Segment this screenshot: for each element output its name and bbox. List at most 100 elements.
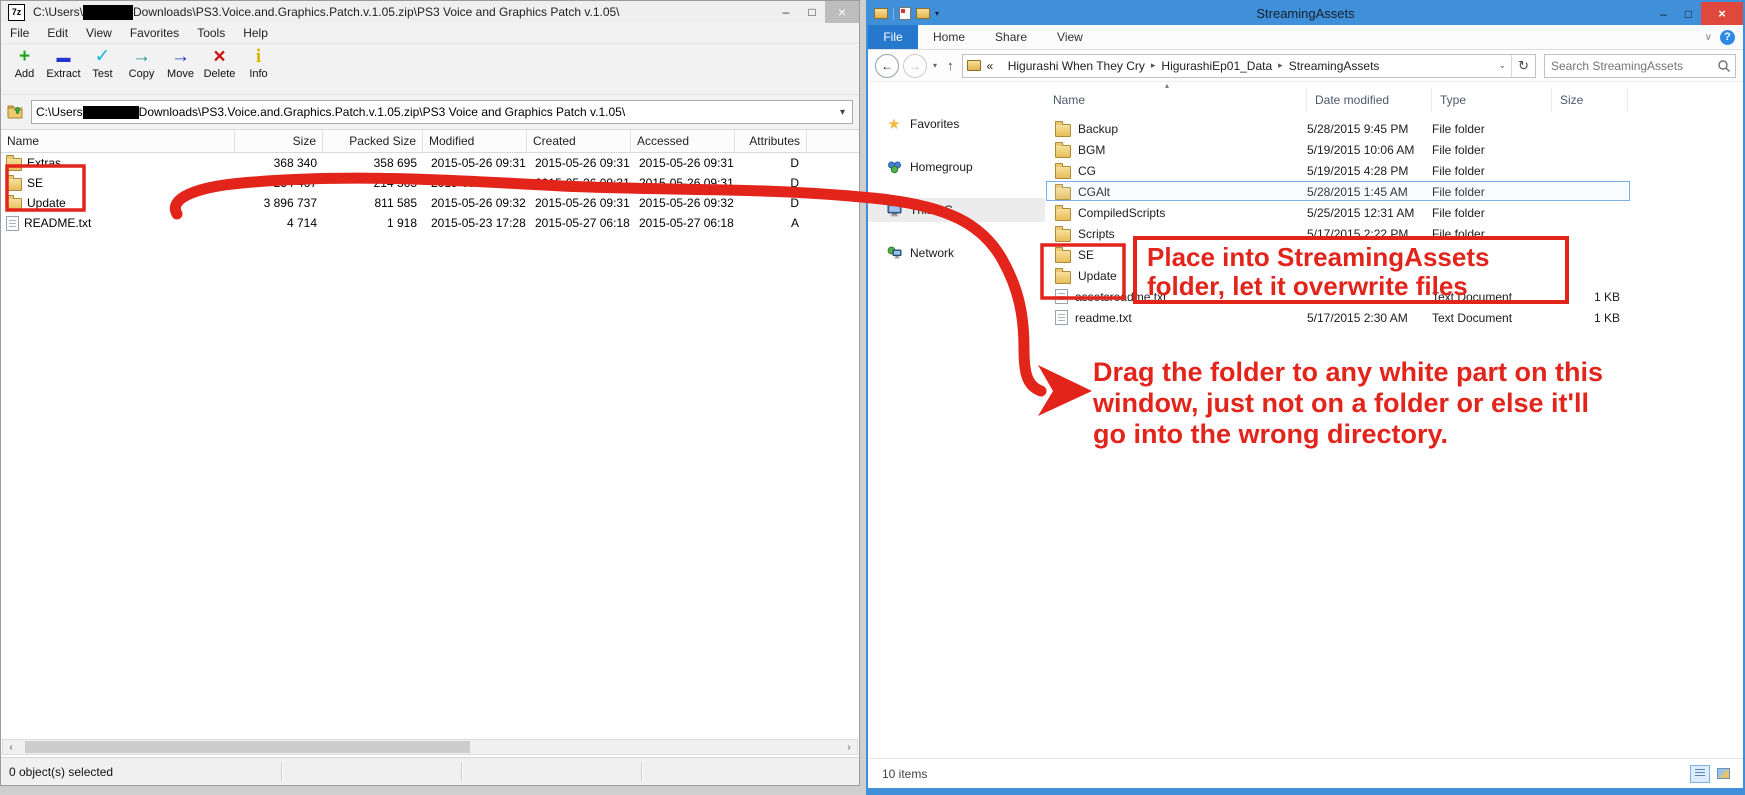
file-modified: 2015-05-23 17:28: [423, 216, 527, 230]
list-item-assetsreadme[interactable]: assetsreadme.txt Text Document 1 KB: [1045, 286, 1743, 307]
column-header-modified[interactable]: Modified: [423, 130, 527, 152]
column-header-packed-size[interactable]: Packed Size: [323, 130, 423, 152]
table-row-update[interactable]: Update 3 896 737 811 585 2015-05-26 09:3…: [1, 193, 859, 213]
breadcrumb-item[interactable]: StreamingAssets: [1289, 59, 1380, 73]
file-name: SE: [27, 176, 43, 190]
collapse-ribbon-icon[interactable]: ∨: [1705, 32, 1712, 43]
delete-button[interactable]: ×Delete: [200, 46, 239, 80]
new-folder-icon[interactable]: [916, 8, 930, 19]
info-button[interactable]: iInfo: [239, 46, 278, 80]
recent-locations-icon[interactable]: ▾: [931, 61, 939, 70]
close-button[interactable]: ×: [825, 1, 859, 23]
column-header-attributes[interactable]: Attributes: [735, 130, 807, 152]
list-item-scripts[interactable]: Scripts 5/17/2015 2:22 PM File folder: [1045, 223, 1743, 244]
list-item-readme[interactable]: readme.txt 5/17/2015 2:30 AM Text Docume…: [1045, 307, 1743, 328]
file-type: File folder: [1432, 185, 1552, 199]
maximize-button[interactable]: □: [799, 1, 825, 23]
horizontal-scrollbar[interactable]: ‹ ›: [2, 739, 858, 755]
parent-folder-icon[interactable]: [7, 104, 25, 120]
qat-customize-icon[interactable]: ▾: [935, 9, 939, 18]
tab-share[interactable]: Share: [980, 25, 1042, 49]
column-header-date-modified[interactable]: Date modified: [1307, 88, 1432, 112]
tab-home[interactable]: Home: [918, 25, 980, 49]
menu-file[interactable]: File: [1, 26, 38, 40]
breadcrumb-item[interactable]: HigurashiEp01_Data: [1161, 59, 1272, 73]
back-button[interactable]: ←: [875, 54, 899, 78]
add-button[interactable]: +Add: [5, 46, 44, 80]
column-header-accessed[interactable]: Accessed: [631, 130, 735, 152]
list-item-cgalt-selected[interactable]: CGAlt 5/28/2015 1:45 AM File folder: [1045, 181, 1743, 202]
computer-icon: [886, 202, 902, 218]
move-button[interactable]: →Move: [161, 46, 200, 80]
table-row-extras[interactable]: Extras 368 340 358 695 2015-05-26 09:31 …: [1, 153, 859, 173]
address-path-suffix: Downloads\PS3.Voice.and.Graphics.Patch.v…: [139, 105, 626, 119]
menu-favorites[interactable]: Favorites: [121, 26, 188, 40]
list-item-backup[interactable]: Backup 5/28/2015 9:45 PM File folder: [1045, 118, 1743, 139]
sidebar-item-favorites[interactable]: ★ Favorites: [868, 112, 1045, 136]
scroll-right-icon[interactable]: ›: [841, 742, 857, 753]
column-header-name[interactable]: Name: [1, 130, 235, 152]
address-combobox[interactable]: C:\Users Downloads\PS3.Voice.and.Graphics…: [31, 100, 853, 124]
menu-tools[interactable]: Tools: [188, 26, 234, 40]
minimize-button[interactable]: –: [1651, 2, 1676, 25]
search-box[interactable]: [1544, 54, 1736, 78]
column-header-type[interactable]: Type: [1432, 88, 1552, 112]
extract-button[interactable]: ▬Extract: [44, 46, 83, 80]
refresh-icon[interactable]: ↻: [1511, 55, 1535, 77]
sidebar-item-homegroup[interactable]: Homegroup: [868, 155, 1045, 179]
address-bar[interactable]: « Higurashi When They Cry ▸ HigurashiEp0…: [962, 54, 1536, 78]
details-view-button[interactable]: [1690, 765, 1710, 783]
forward-button[interactable]: →: [903, 54, 927, 78]
list-item-bgm[interactable]: BGM 5/19/2015 10:06 AM File folder: [1045, 139, 1743, 160]
maximize-button[interactable]: □: [1676, 2, 1701, 25]
tab-view[interactable]: View: [1042, 25, 1098, 49]
file-attributes: D: [735, 156, 807, 170]
copy-button[interactable]: →Copy: [122, 46, 161, 80]
menu-help[interactable]: Help: [234, 26, 277, 40]
search-input[interactable]: [1545, 59, 1717, 73]
tab-file[interactable]: File: [868, 25, 918, 49]
scroll-left-icon[interactable]: ‹: [3, 742, 19, 753]
file-date: 5/28/2015 1:45 AM: [1307, 185, 1432, 199]
minimize-button[interactable]: –: [773, 1, 799, 23]
table-row-se[interactable]: SE 234 467 214 565 2015-05-26 09:31 2015…: [1, 173, 859, 193]
address-dropdown-icon[interactable]: ⌄: [1494, 60, 1512, 71]
sidebar-item-this-pc[interactable]: This PC: [868, 198, 1045, 222]
file-packed-size: 1 918: [323, 216, 423, 230]
folder-icon: [1055, 208, 1071, 221]
file-accessed: 2015-05-26 09:32: [631, 196, 735, 210]
list-item-compiledscripts[interactable]: CompiledScripts 5/25/2015 12:31 AM File …: [1045, 202, 1743, 223]
table-row-readme[interactable]: README.txt 4 714 1 918 2015-05-23 17:28 …: [1, 213, 859, 233]
folder-icon[interactable]: [874, 8, 888, 19]
menu-edit[interactable]: Edit: [38, 26, 77, 40]
scrollbar-thumb[interactable]: [25, 741, 470, 753]
address-dropdown-icon[interactable]: ▾: [837, 107, 848, 118]
file-list: Name Date modified Type Size ▴ Backup 5/…: [1045, 80, 1743, 752]
column-header-size[interactable]: Size: [235, 130, 323, 152]
help-icon[interactable]: ?: [1720, 30, 1735, 45]
address-path-prefix: C:\Users: [36, 105, 83, 119]
column-header-size[interactable]: Size: [1552, 88, 1628, 112]
list-item-cg[interactable]: CG 5/19/2015 4:28 PM File folder: [1045, 160, 1743, 181]
folder-icon: [1055, 145, 1071, 158]
list-item-se[interactable]: SE: [1045, 244, 1743, 265]
sidebar-item-label: Favorites: [910, 117, 959, 131]
search-icon: [1717, 59, 1731, 73]
sidebar-item-network[interactable]: Network: [868, 241, 1045, 265]
test-button[interactable]: ✓Test: [83, 46, 122, 80]
breadcrumb-overflow[interactable]: «: [987, 59, 994, 73]
breadcrumb-item[interactable]: Higurashi When They Cry: [1008, 59, 1145, 73]
thumbnails-view-icon: [1717, 768, 1730, 779]
up-button[interactable]: ↑: [943, 58, 958, 73]
file-accessed: 2015-05-27 06:18: [631, 216, 735, 230]
close-button[interactable]: ×: [1701, 2, 1743, 25]
sevenzip-address-row: C:\Users Downloads\PS3.Voice.and.Graphics…: [1, 95, 859, 129]
thumbnails-view-button[interactable]: [1713, 765, 1733, 783]
column-header-created[interactable]: Created: [527, 130, 631, 152]
test-label: Test: [92, 68, 112, 80]
menu-view[interactable]: View: [77, 26, 121, 40]
details-view-icon: [1695, 769, 1705, 778]
column-header-name[interactable]: Name: [1045, 88, 1307, 112]
list-item-update[interactable]: Update: [1045, 265, 1743, 286]
paste-icon[interactable]: [899, 7, 911, 20]
